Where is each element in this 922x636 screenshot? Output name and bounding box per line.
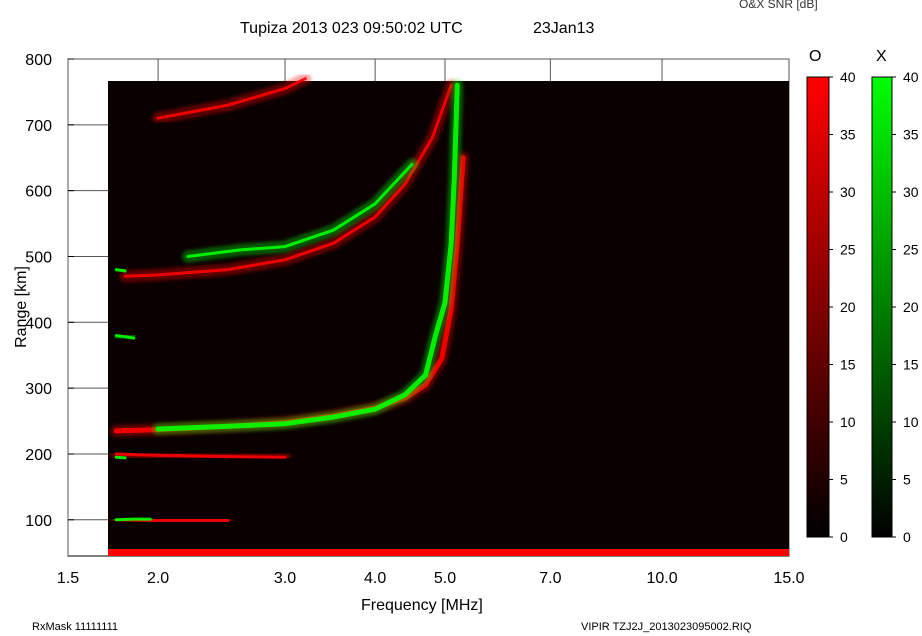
colorbar-tick-label: 20 xyxy=(903,299,919,315)
x-tick-label: 4.0 xyxy=(364,570,386,587)
trace-x xyxy=(114,268,127,273)
colorbar-tick-label: 15 xyxy=(903,357,919,373)
trace-x xyxy=(114,517,152,522)
file-label: VIPIR TZJ2J_2013023095002.RIQ xyxy=(581,621,752,633)
colorbar-tick-label: 30 xyxy=(903,184,919,200)
colorbar-tick-label: 30 xyxy=(840,184,856,200)
x-colorbar xyxy=(871,76,893,538)
y-axis-label: Range [km] xyxy=(13,266,30,348)
chart-title: Tupiza 2013 023 09:50:02 UTC xyxy=(240,20,463,37)
ground-band-o xyxy=(108,549,789,556)
x-tick-label: 10.0 xyxy=(646,570,677,587)
x-tick-label: 15.0 xyxy=(773,570,804,587)
colorbar-tick-label: 0 xyxy=(903,529,911,545)
colorbar-tick-label: 25 xyxy=(840,242,856,258)
colorbar-tick-label: 5 xyxy=(903,472,911,488)
ground-band xyxy=(108,549,789,556)
x-tick-label: 7.0 xyxy=(539,570,561,587)
x-tick-label: 3.0 xyxy=(274,570,296,587)
y-tick-label: 200 xyxy=(25,447,52,464)
chart-date: 23Jan13 xyxy=(533,20,595,37)
colorbar-tick-label: 40 xyxy=(840,69,856,85)
x-tick-label: 2.0 xyxy=(147,570,169,587)
x-tick-label: 5.0 xyxy=(434,570,456,587)
colorbar-tick-label: 15 xyxy=(840,357,856,373)
colorbar-tick-label: 40 xyxy=(903,69,919,85)
rx-mask-label: RxMask 11111111 xyxy=(32,621,119,633)
colorbar-tick-label: 20 xyxy=(840,299,856,315)
colorbar-tick-label: 35 xyxy=(840,127,856,143)
x-tick-label: 1.5 xyxy=(57,570,79,587)
y-tick-label: 300 xyxy=(25,381,52,398)
ionogram-chart: 1.5 2.0 3.0 4.0 5.0 7.0 10.0 15.010020030040050… xyxy=(25,52,919,587)
colorbar-tick-label: 10 xyxy=(903,414,919,430)
y-tick-label: 800 xyxy=(25,52,52,69)
x-colorbar-label: X xyxy=(876,48,887,65)
y-tick-label: 700 xyxy=(25,118,52,135)
colorbar-tick-label: 25 xyxy=(903,242,919,258)
colorbar-tick-label: 10 xyxy=(840,414,856,430)
snr-label: O&X SNR [dB] xyxy=(739,0,818,11)
y-tick-label: 100 xyxy=(25,513,52,530)
colorbar-tick-label: 5 xyxy=(840,472,848,488)
o-colorbar xyxy=(806,76,830,538)
x-axis-label: Frequency [MHz] xyxy=(361,597,483,614)
o-colorbar-label: O xyxy=(809,48,822,65)
colorbar-tick-label: 35 xyxy=(903,127,919,143)
trace-x xyxy=(114,455,127,460)
y-tick-label: 600 xyxy=(25,184,52,201)
colorbar-tick-label: 0 xyxy=(840,529,848,545)
